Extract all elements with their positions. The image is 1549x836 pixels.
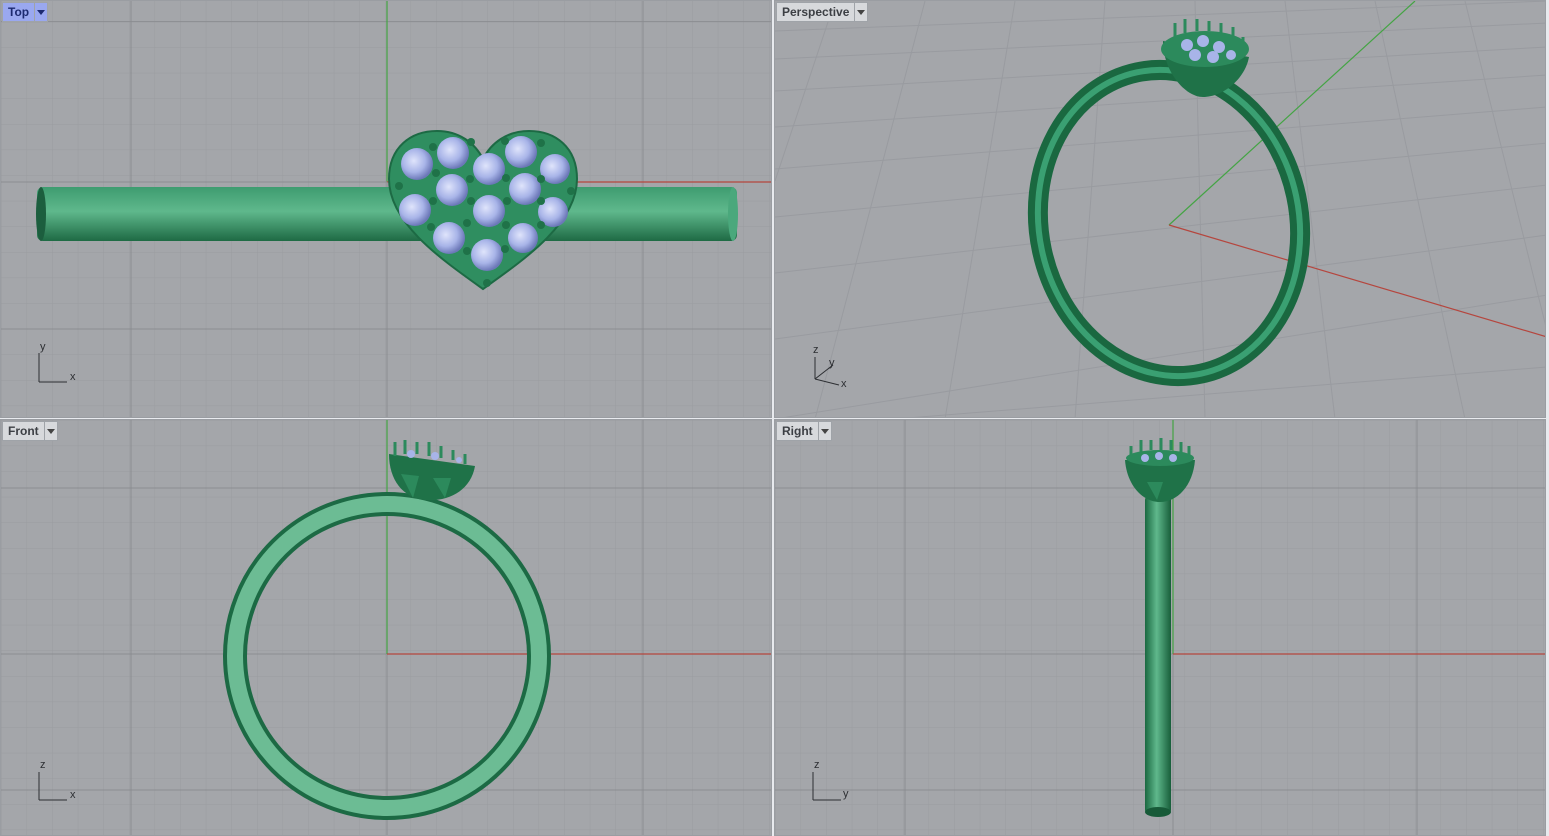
- axis-label-y: y: [843, 788, 849, 800]
- top-view-scene: [1, 1, 771, 417]
- axis-label-x: x: [70, 371, 76, 383]
- front-view-scene: [1, 420, 771, 835]
- viewport-top[interactable]: Top y x: [0, 0, 772, 418]
- viewport-title: Front: [8, 424, 39, 438]
- chevron-down-icon[interactable]: [817, 422, 831, 440]
- axis-label-y: y: [40, 341, 46, 353]
- chevron-down-icon[interactable]: [43, 422, 57, 440]
- viewport-tab-perspective[interactable]: Perspective: [776, 2, 869, 22]
- viewport-tab-right[interactable]: Right: [776, 421, 832, 441]
- axis-label-y: y: [829, 357, 835, 369]
- viewport-title: Perspective: [782, 5, 850, 19]
- viewport-title: Right: [782, 424, 813, 438]
- right-view-scene: [775, 420, 1545, 835]
- axis-label-z: z: [40, 759, 46, 771]
- viewport-front[interactable]: Front z x: [0, 419, 772, 836]
- viewport-tab-front[interactable]: Front: [2, 421, 58, 441]
- viewport-perspective[interactable]: Perspective z y x: [774, 0, 1546, 418]
- axis-label-z: z: [814, 759, 820, 771]
- ring-shank: [36, 187, 738, 241]
- viewport-right[interactable]: Right z y: [774, 419, 1546, 836]
- axis-label-z: z: [813, 344, 819, 356]
- chevron-down-icon[interactable]: [854, 3, 867, 21]
- axis-label-x: x: [70, 789, 76, 801]
- axis-label-x: x: [841, 378, 847, 390]
- viewport-title: Top: [8, 5, 30, 19]
- perspective-view-scene: [775, 1, 1545, 417]
- viewport-tab-top[interactable]: Top: [2, 2, 49, 22]
- ring-shank: [1145, 496, 1171, 817]
- chevron-down-icon[interactable]: [34, 3, 47, 21]
